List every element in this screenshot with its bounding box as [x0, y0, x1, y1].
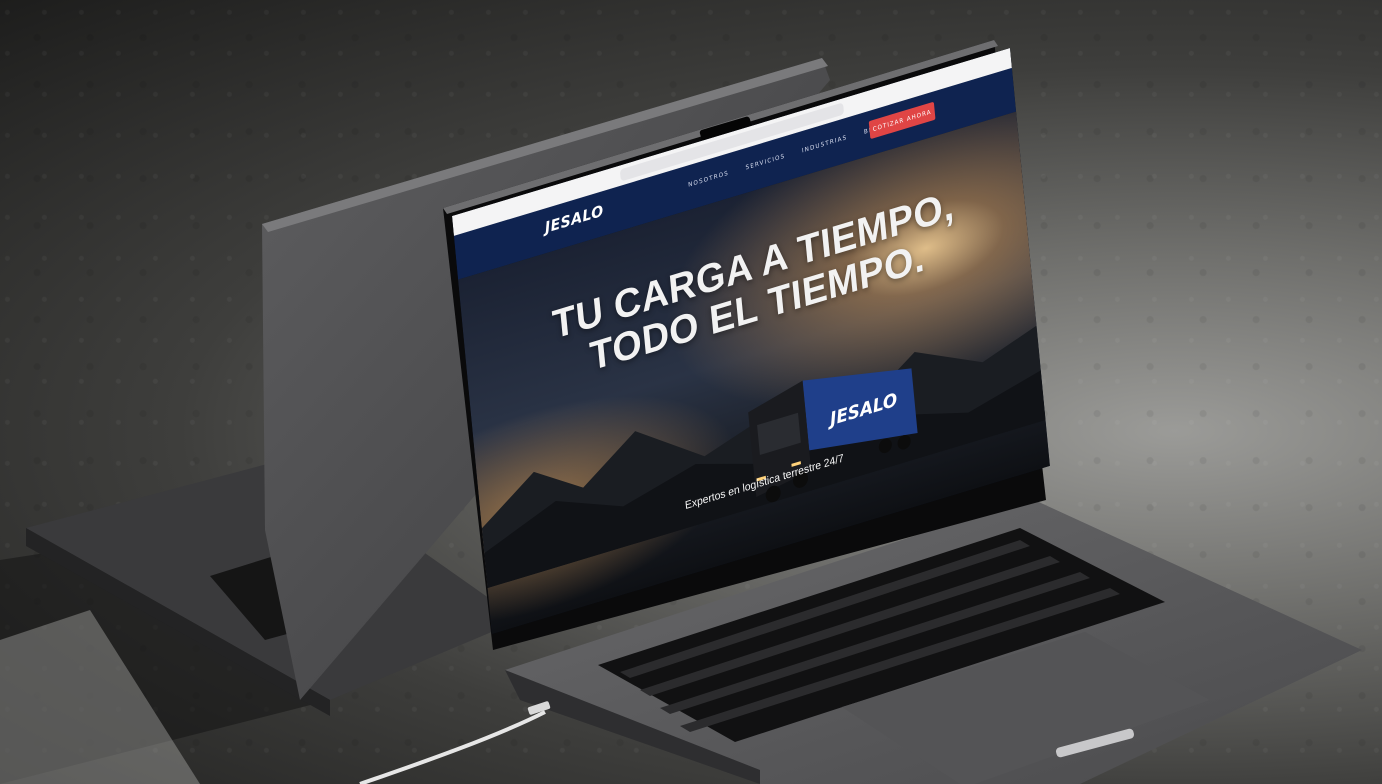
charging-cable [359, 710, 546, 784]
photo-scene: JESALO NOSOTROS SERVICIOS INDUSTRIAS BLO… [0, 0, 1382, 784]
truck-illustration: JESALO [748, 368, 918, 503]
